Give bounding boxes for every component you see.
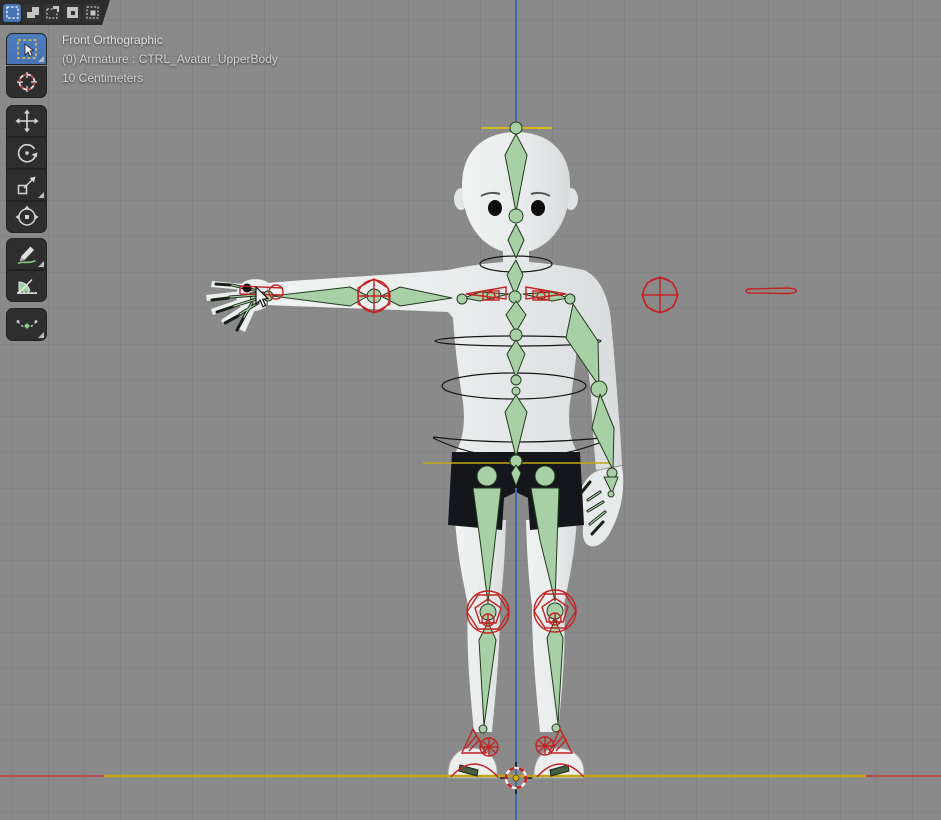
tool-annotate[interactable] [6, 238, 47, 270]
tool-select-box[interactable] [6, 33, 47, 65]
tool-transform[interactable] [6, 201, 47, 233]
active-object-label: (0) Armature : CTRL_Avatar_UpperBody [62, 50, 278, 69]
viewport-3d[interactable] [0, 0, 941, 820]
rotate-icon [14, 140, 40, 166]
select-mode-subtract[interactable] [43, 4, 61, 22]
select-mode-extend[interactable] [23, 4, 41, 22]
viewport-text-overlay: Front Orthographic (0) Armature : CTRL_A… [62, 31, 278, 88]
tool-rotate[interactable] [6, 137, 47, 169]
pose-curve-icon [14, 312, 40, 338]
tool-scale[interactable] [6, 169, 47, 201]
select-mode-invert[interactable] [63, 4, 81, 22]
eye-right [531, 200, 545, 216]
view-label: Front Orthographic [62, 31, 278, 50]
tool-move[interactable] [6, 105, 47, 137]
pole-target-control[interactable] [642, 277, 678, 313]
blender-3d-viewport-app: { "header": { "select_modes": [ {"name":… [0, 0, 941, 820]
elbow-control-left[interactable] [358, 279, 390, 313]
select-mode-intersect[interactable] [83, 4, 101, 22]
scale-icon [14, 172, 40, 198]
measure-icon [14, 273, 40, 299]
tool-cursor[interactable] [6, 66, 47, 98]
annotate-pencil-icon [14, 241, 40, 267]
3d-cursor-icon [14, 69, 40, 95]
grid-scale-label: 10 Centimeters [62, 69, 278, 88]
select-box-icon [14, 36, 40, 62]
tool-measure[interactable] [6, 270, 47, 302]
transform-icon [14, 204, 40, 230]
move-icon [14, 108, 40, 134]
select-mode-set[interactable] [3, 4, 21, 22]
eye-left [488, 200, 502, 216]
tool-settings-bar [0, 0, 112, 25]
tool-pose-breakdowner[interactable] [6, 308, 47, 341]
